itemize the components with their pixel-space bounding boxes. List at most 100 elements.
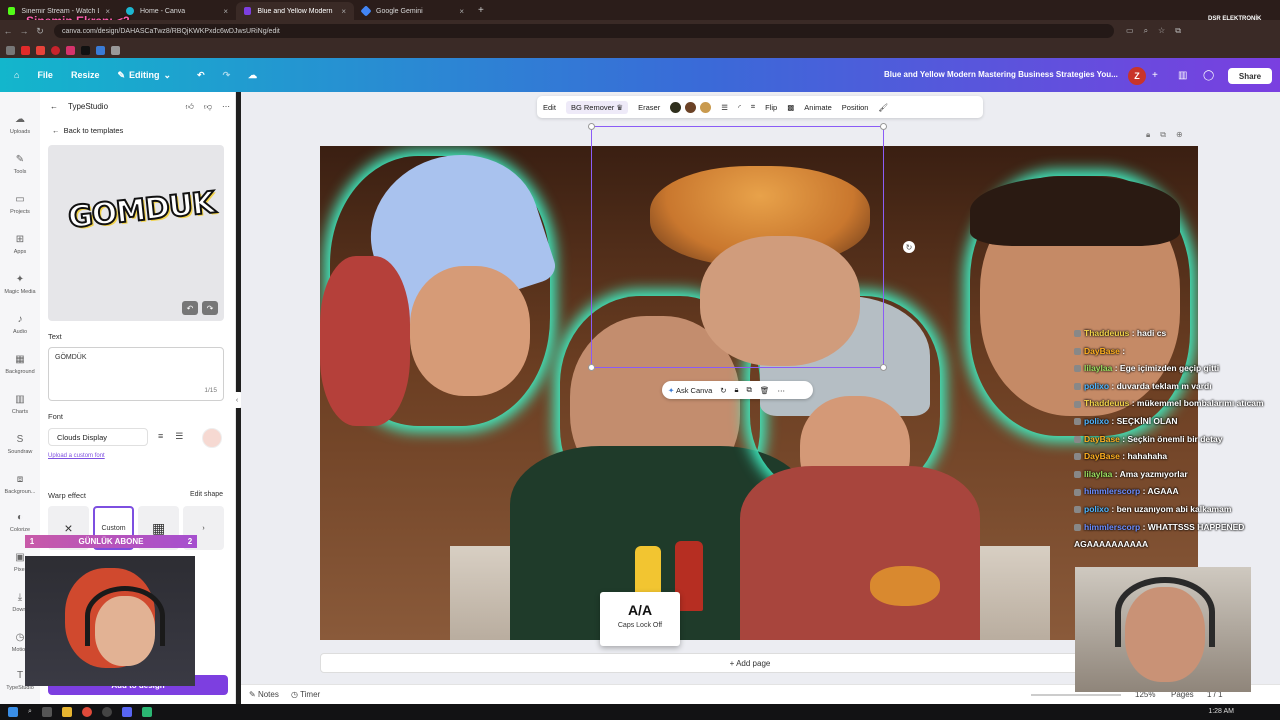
lock-icon[interactable]: 🔒︎ [1146,130,1150,140]
line-spacing-icon[interactable]: ☰ [175,431,183,442]
rail-item-uploads[interactable]: ☁ Uploads [0,114,40,135]
zoom-icon[interactable]: ⌕ [1144,26,1148,36]
file-explorer-icon[interactable] [61,707,72,717]
undo-icon[interactable]: ↶ [197,70,205,81]
undo-icon[interactable]: ↶ [182,301,198,315]
ask-canva-button[interactable]: ✦ Ask Canva [668,386,712,395]
paint-format-icon[interactable]: 🖌︎ [878,103,888,112]
redo-icon[interactable]: ↷ [223,70,231,81]
corner-radius-icon[interactable]: ◜ [738,103,741,112]
transparency-icon[interactable]: ▩ [787,103,794,112]
edit-button[interactable]: Edit [543,103,556,112]
rail-item-magic-media[interactable]: ✦ Magic Media [0,274,40,295]
obs-icon[interactable] [101,707,112,717]
tab-gemini[interactable]: Google Gemini × [354,2,472,20]
reload-icon[interactable]: ↻ [32,26,48,37]
chat-username[interactable]: himmlerscorp [1084,522,1140,532]
copy-icon[interactable]: ⧉ [747,385,752,395]
chat-username[interactable]: lilaylaa [1084,469,1112,479]
windows-start-icon[interactable] [8,707,18,717]
pinterest-bookmark-icon[interactable] [51,45,60,55]
notes-button[interactable]: ✎ Notes [249,690,279,699]
close-tab-icon[interactable]: × [223,7,228,16]
rail-item-audio[interactable]: ♪ Audio [0,314,40,335]
rail-item-projects[interactable]: ▭ Projects [0,194,40,215]
document-title[interactable]: Blue and Yellow Modern Mastering Busines… [884,70,1118,79]
chat-username[interactable]: polixo [1084,381,1109,391]
chrome-icon[interactable] [81,707,92,717]
chat-username[interactable]: polixo [1084,504,1109,514]
lock-icon[interactable]: 🔒︎ [735,385,739,395]
line-weight-icon[interactable]: ☰ [721,103,728,112]
back-icon[interactable]: ← [0,26,16,36]
close-tab-icon[interactable]: × [341,7,346,16]
upload-font-link[interactable]: Upload a custom font [48,453,105,459]
chat-username[interactable]: DayBase [1084,346,1120,356]
chat-username[interactable]: polixo [1084,416,1109,426]
crop-icon[interactable]: ⌗ [751,102,755,112]
color-swatch-2[interactable] [685,101,697,113]
rail-item-charts[interactable]: ▥ Charts [0,394,40,415]
extensions-icon[interactable]: ⧉ [1175,26,1181,36]
resize-button[interactable]: Resize [71,70,100,80]
chat-username[interactable]: Thaddeuus [1084,398,1129,408]
tab-canva-home[interactable]: Home - Canva × [118,2,236,20]
chat-username[interactable]: lilaylaa [1084,363,1112,373]
cast-icon[interactable]: ▭ [1126,26,1134,36]
position-button[interactable]: Position [842,103,869,112]
tab-canva-design[interactable]: Blue and Yellow Modern Maste× [236,2,354,20]
bg-remover-button[interactable]: BG Remover ♛ [565,100,629,114]
rail-item-soundraw[interactable]: S Soundraw [0,434,40,455]
close-tab-icon[interactable]: × [459,7,464,16]
resize-handle[interactable] [588,364,595,371]
refresh-icon[interactable]: ↻ [720,386,726,395]
flip-button[interactable]: Flip [765,103,777,112]
duplicate-page-icon[interactable]: ⧉ [1160,130,1166,140]
rail-item-backgroun[interactable]: ⧈ Backgroun... [0,474,40,495]
apps-grid-icon[interactable] [6,45,15,55]
editing-dropdown[interactable]: ✎ Editing ⌄ [117,70,171,81]
color-swatch-3[interactable] [700,101,712,113]
cloud-save-icon[interactable]: ☁ [248,70,257,81]
color-swatch-1[interactable] [670,101,682,113]
share-button[interactable]: Share [1228,68,1272,84]
dislike-icon[interactable]: 👎︎ [204,102,212,112]
resize-handle[interactable] [880,364,887,371]
insights-icon[interactable]: ▥ [1178,70,1187,81]
like-icon[interactable]: 👍︎ [186,102,194,112]
chat-username[interactable]: Thaddeuus [1084,328,1129,338]
rail-item-background[interactable]: ▦ Background [0,354,40,375]
home-icon[interactable]: ⌂ [14,70,19,80]
resize-handle[interactable] [880,123,887,130]
file-menu[interactable]: File [37,70,53,80]
chat-username[interactable]: DayBase [1084,451,1120,461]
trash-icon[interactable]: 🗑︎ [760,386,770,395]
selection-box[interactable] [588,123,887,371]
bookmark-icon[interactable] [96,45,105,55]
bookmark-star-icon[interactable]: ☆ [1158,26,1165,36]
new-tab-icon[interactable]: + [472,5,490,16]
text-color-swatch[interactable] [202,428,222,448]
add-page-icon[interactable]: ⊕ [1176,130,1183,140]
animate-button[interactable]: Animate [804,103,832,112]
url-input[interactable]: canva.com/design/DAHASCaTwz8/RBQjKWKPxdc… [54,24,1114,38]
more-icon[interactable]: ⋯ [777,386,785,395]
rail-item-apps[interactable]: ⊞ Apps [0,234,40,255]
rail-item-tools[interactable]: ✎ Tools [0,154,40,175]
rail-item-colorize[interactable]: ◐ Colorize [0,512,40,533]
tiktok-bookmark-icon[interactable] [81,45,90,55]
zoom-slider[interactable] [1031,694,1121,696]
add-page-button[interactable]: + Add page [320,653,1180,673]
edit-shape-link[interactable]: Edit shape [190,491,223,498]
more-options-icon[interactable]: ⋯ [222,102,230,112]
redo-icon[interactable]: ↷ [202,301,218,315]
font-select[interactable]: Clouds Display [48,428,148,446]
rotate-handle-icon[interactable]: ↻ [903,241,915,253]
chat-username[interactable]: himmlerscorp [1084,486,1140,496]
instagram-bookmark-icon[interactable] [66,45,75,55]
app-icon[interactable] [141,707,152,717]
resize-handle[interactable] [588,123,595,130]
eraser-button[interactable]: Eraser [638,103,660,112]
search-icon[interactable]: ⌕ [28,708,32,716]
back-arrow-icon[interactable]: ← [50,102,58,112]
